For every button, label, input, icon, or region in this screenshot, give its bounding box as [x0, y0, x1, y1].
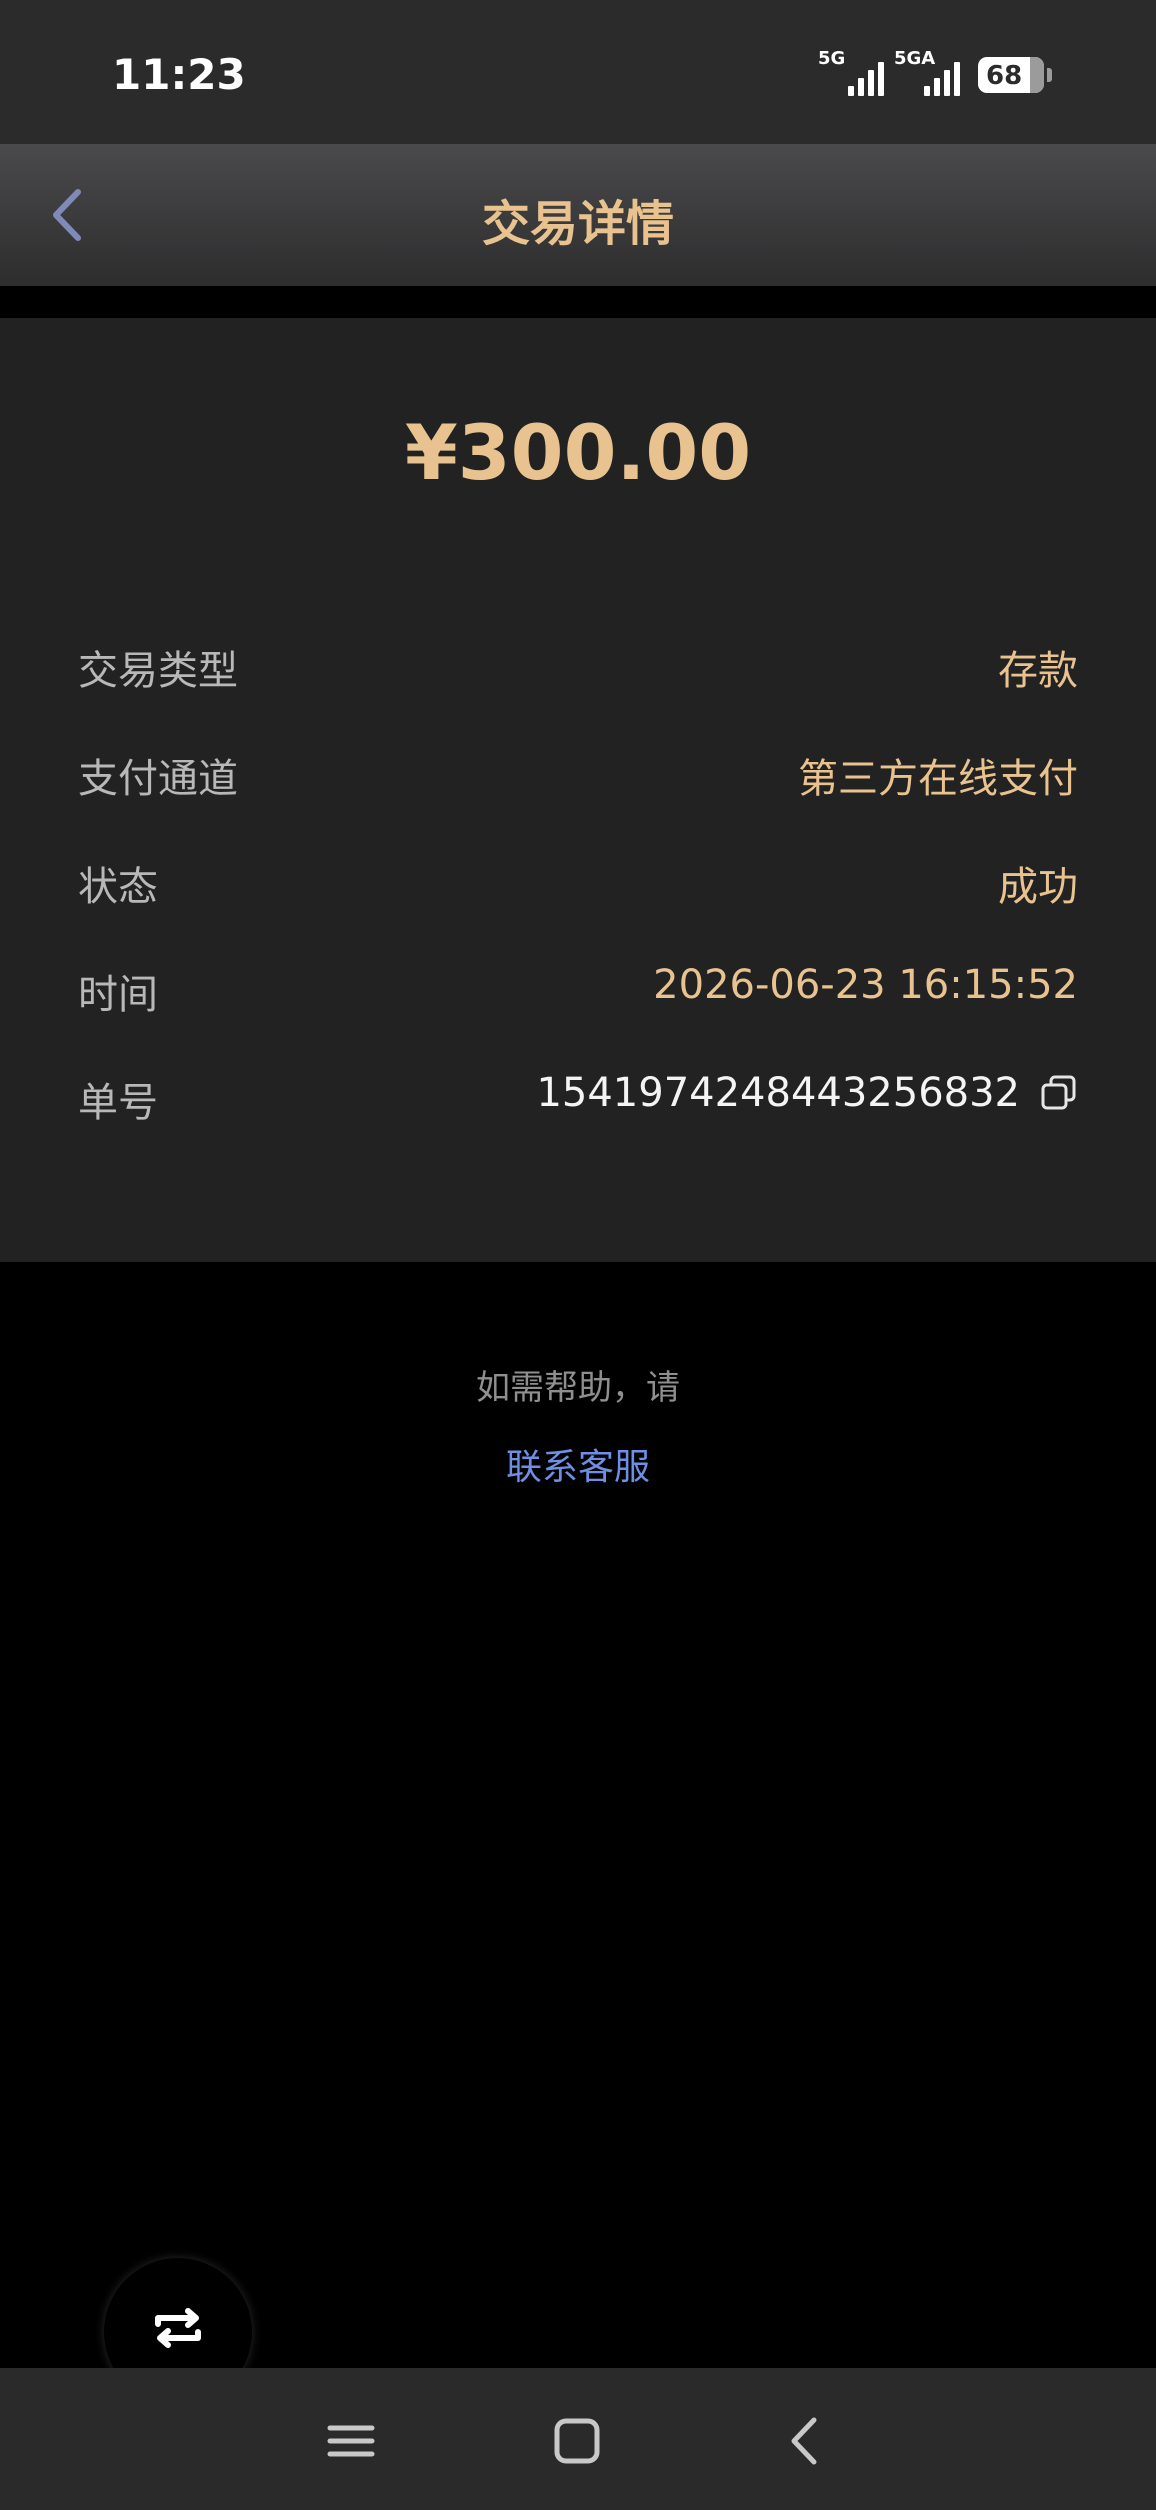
signal-5g-icon: 5G	[818, 48, 884, 96]
row-label: 状态	[78, 864, 158, 910]
help-text: 如需帮助，请	[476, 1368, 680, 1408]
system-nav-bar	[0, 2368, 1156, 2510]
row-label: 支付通道	[78, 756, 238, 802]
row-label: 交易类型	[78, 648, 238, 694]
row-time: 时间 2026-06-23 16:15:52	[78, 954, 1078, 1018]
row-transaction-type: 交易类型 存款	[78, 630, 1078, 694]
transaction-card: ¥300.00 交易类型 存款 支付通道 第三方在线支付 状态 成功 时间 20…	[0, 318, 1156, 1262]
battery-icon: 68	[978, 57, 1052, 93]
status-icons: 5G 5GA 68	[818, 48, 1052, 96]
header-bar: 交易详情	[0, 144, 1156, 286]
signal-5ga-icon: 5GA	[894, 48, 960, 96]
menu-icon	[327, 2425, 375, 2457]
row-payment-channel: 支付通道 第三方在线支付	[78, 738, 1078, 802]
status-time: 11:23	[112, 50, 246, 99]
row-value: 第三方在线支付	[798, 756, 1078, 802]
signal-5g-label: 5G	[818, 48, 846, 69]
back-icon	[791, 2417, 817, 2465]
battery-level: 68	[986, 61, 1023, 91]
order-number-value: 1541974248443256832	[536, 1070, 1020, 1116]
nav-back-button[interactable]	[770, 2406, 840, 2476]
swap-icon	[155, 2308, 201, 2348]
copy-icon[interactable]	[1040, 1074, 1078, 1112]
row-value: 成功	[998, 864, 1078, 910]
row-order-number: 单号 1541974248443256832	[78, 1062, 1078, 1126]
transaction-amount: ¥300.00	[404, 408, 752, 497]
transaction-detail-screen: 11:23 5G 5GA 68 交易详情 ¥300.00 交易类型 存款 支付通…	[0, 0, 1156, 2510]
row-status: 状态 成功	[78, 846, 1078, 910]
row-value: 存款	[998, 648, 1078, 694]
nav-home-button[interactable]	[542, 2406, 612, 2476]
nav-menu-button[interactable]	[316, 2406, 386, 2476]
row-label: 时间	[78, 972, 158, 1018]
contact-support-link[interactable]: 联系客服	[0, 1438, 1156, 1490]
status-bar: 11:23 5G 5GA 68	[0, 0, 1156, 144]
home-icon	[554, 2418, 600, 2464]
row-value: 2026-06-23 16:15:52	[653, 962, 1078, 1008]
page-title: 交易详情	[481, 196, 674, 252]
row-label: 单号	[78, 1080, 158, 1126]
